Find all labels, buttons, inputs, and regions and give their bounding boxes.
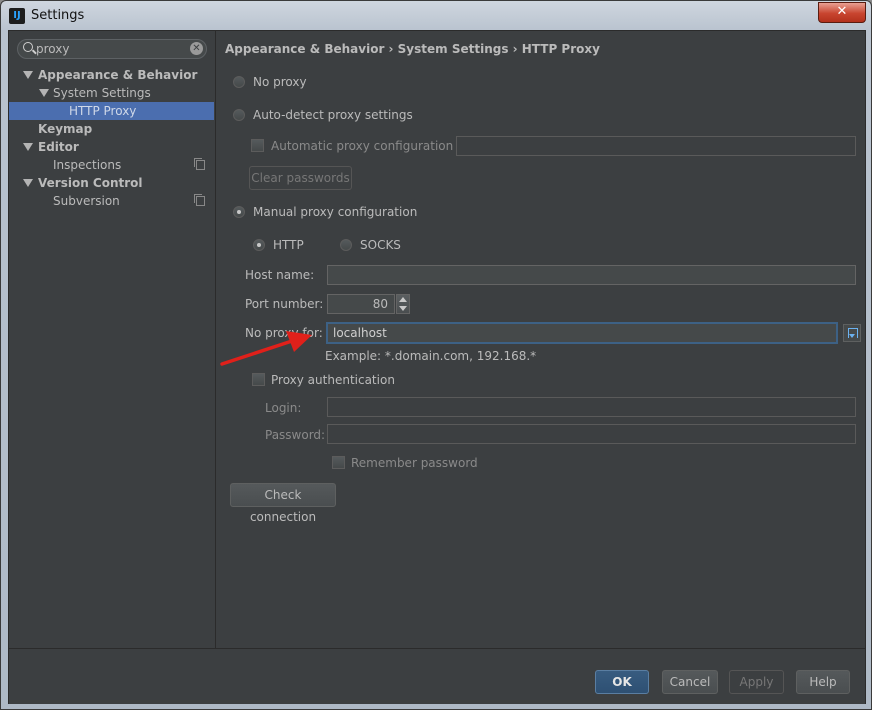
proxy-authentication-checkbox[interactable] (252, 373, 265, 386)
clear-passwords-button[interactable]: Clear passwords (249, 166, 352, 190)
help-button[interactable]: Help (796, 670, 850, 694)
check-connection-button[interactable]: Check connection (230, 483, 336, 524)
host-name-label: Host name: (245, 268, 315, 282)
socks-radio[interactable] (340, 239, 352, 251)
remember-password-checkbox[interactable] (332, 456, 345, 469)
tree-item-inspections[interactable]: Inspections (9, 156, 214, 174)
port-number-field[interactable]: 80 (327, 294, 395, 314)
password-field[interactable] (327, 424, 856, 444)
tree-item-label: Version Control (38, 176, 143, 190)
tree-item-http-proxy[interactable]: HTTP Proxy (9, 102, 214, 120)
remember-password-label: Remember password (351, 456, 478, 470)
login-label: Login: (265, 401, 302, 415)
tree-item-keymap[interactable]: Keymap (9, 120, 214, 138)
port-number-value: 80 (372, 297, 388, 311)
search-icon (23, 42, 33, 52)
password-label: Password: (265, 428, 326, 442)
tree-item-subversion[interactable]: Subversion (9, 192, 214, 210)
socks-label: SOCKS (360, 238, 401, 252)
close-window-button[interactable]: ✕ (818, 2, 866, 23)
clear-search-icon[interactable]: ✕ (190, 42, 203, 55)
settings-search-input[interactable]: proxy ✕ (17, 39, 207, 59)
tree-item-label: Keymap (38, 122, 93, 136)
login-field[interactable] (327, 397, 856, 417)
expanded-arrow-icon (23, 179, 33, 187)
tree-item-system-settings[interactable]: System Settings (9, 84, 214, 102)
expanded-arrow-icon (39, 89, 49, 97)
no-proxy-radio[interactable] (233, 76, 245, 88)
port-spinner-icon[interactable] (396, 294, 410, 314)
intellij-app-icon: IJ (9, 8, 25, 24)
auto-config-url-field[interactable] (456, 136, 856, 156)
auto-detect-label: Auto-detect proxy settings (253, 108, 413, 122)
tree-item-version-control[interactable]: Version Control (9, 174, 214, 192)
title-bar: IJ Settings ✕ (1, 1, 871, 29)
tree-item-label: Editor (38, 140, 79, 154)
proxy-authentication-label: Proxy authentication (271, 373, 395, 387)
tree-item-label: Appearance & Behavior (38, 68, 198, 82)
window-title: Settings (31, 8, 85, 23)
auto-config-url-label: Automatic proxy configuration URL: (271, 139, 485, 153)
dialog-footer: OK Cancel Apply Help (9, 648, 865, 704)
no-proxy-for-field[interactable]: localhost (326, 322, 838, 344)
host-name-field[interactable] (327, 265, 856, 285)
auto-config-url-checkbox[interactable] (251, 139, 264, 152)
tree-item-label: Subversion (53, 194, 120, 208)
apply-button[interactable]: Apply (729, 670, 784, 694)
search-query: proxy (36, 42, 70, 56)
auto-detect-radio[interactable] (233, 109, 245, 121)
project-settings-icon (194, 194, 205, 206)
tree-item-label: HTTP Proxy (69, 104, 137, 118)
tree-item-label: System Settings (53, 86, 151, 100)
no-proxy-example: Example: *.domain.com, 192.168.* (325, 349, 537, 363)
http-label: HTTP (273, 238, 304, 252)
breadcrumb: Appearance & Behavior › System Settings … (225, 42, 600, 56)
settings-window: IJ Settings ✕ proxy ✕ Appearance & Behav… (0, 0, 872, 710)
no-proxy-for-value: localhost (333, 326, 387, 340)
settings-sidebar: proxy ✕ Appearance & Behavior System Set… (9, 31, 216, 648)
settings-content: proxy ✕ Appearance & Behavior System Set… (8, 30, 866, 704)
cancel-button[interactable]: Cancel (662, 670, 718, 694)
tree-item-label: Inspections (53, 158, 122, 172)
port-number-label: Port number: (245, 297, 324, 311)
tree-item-appearance-behavior[interactable]: Appearance & Behavior (9, 66, 214, 84)
http-radio[interactable] (253, 239, 265, 251)
no-proxy-label: No proxy (253, 75, 307, 89)
manual-proxy-radio[interactable] (233, 206, 245, 218)
expand-field-icon[interactable] (843, 324, 861, 342)
project-settings-icon (194, 158, 205, 170)
ok-button[interactable]: OK (595, 670, 649, 694)
tree-item-editor[interactable]: Editor (9, 138, 214, 156)
no-proxy-for-label: No proxy for: (245, 326, 323, 340)
manual-proxy-label: Manual proxy configuration (253, 205, 418, 219)
expanded-arrow-icon (23, 143, 33, 151)
expanded-arrow-icon (23, 71, 33, 79)
http-proxy-panel: Appearance & Behavior › System Settings … (216, 31, 865, 648)
